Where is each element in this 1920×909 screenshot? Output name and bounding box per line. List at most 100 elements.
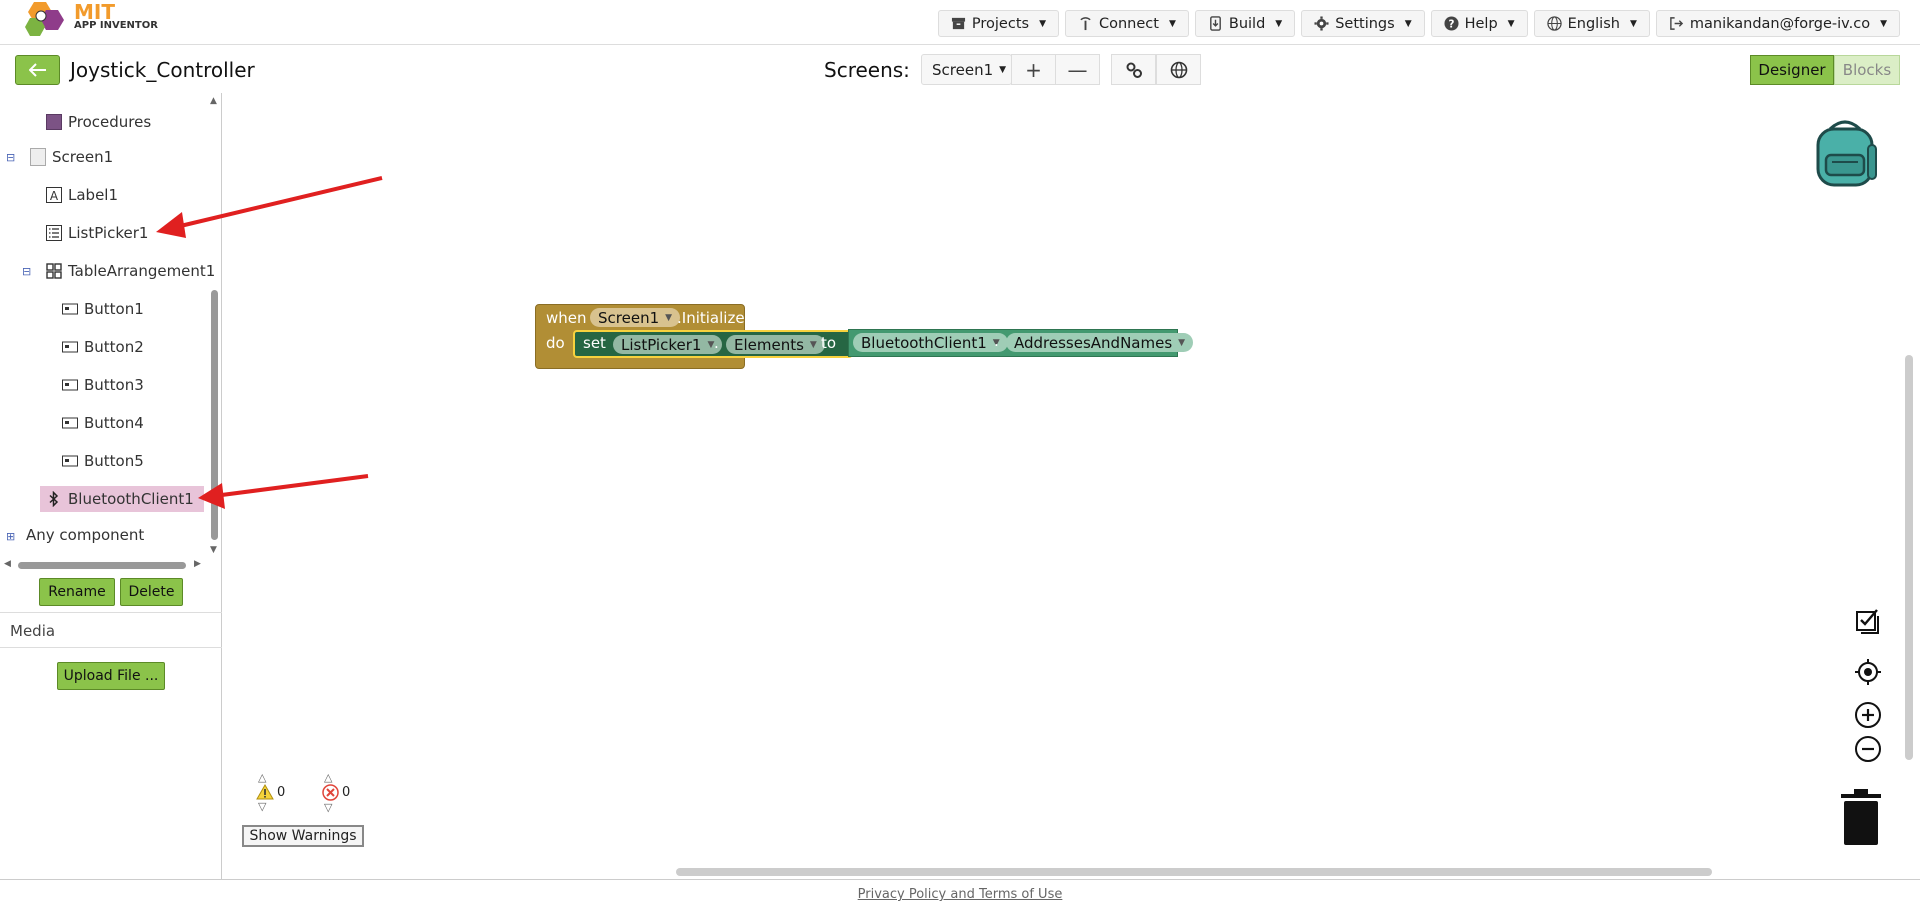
workspace-horizontal-scrollbar[interactable]	[676, 868, 1712, 876]
build-menu[interactable]: Build ▼	[1194, 10, 1296, 37]
gears-icon	[1126, 62, 1142, 78]
chevron-down-icon: ▼	[1404, 18, 1412, 29]
event-name-label: .Initialize	[677, 309, 745, 327]
svg-text:?: ?	[1448, 18, 1454, 30]
error-count: 0	[342, 785, 351, 800]
tree-item-button2[interactable]: Button2	[62, 338, 144, 356]
backpack-icon[interactable]	[1810, 115, 1880, 187]
label-icon: A	[46, 187, 62, 203]
account-menu[interactable]: manikandan@forge-iv.co ▼	[1655, 10, 1900, 37]
blocks-workspace[interactable]	[223, 93, 1920, 879]
collapse-icon[interactable]: ⊟	[6, 151, 15, 164]
tree-item-label: Button2	[84, 338, 144, 356]
scroll-up-icon[interactable]: ▲	[210, 96, 217, 106]
help-menu[interactable]: ? Help ▼	[1430, 10, 1528, 37]
set-component-dropdown[interactable]: ListPicker1 ▼	[613, 335, 723, 354]
getter-block-bluetooth-addresses[interactable]: BluetoothClient1 ▼ . AddressesAndNames ▼	[848, 329, 1194, 357]
tree-item-procedures[interactable]: Procedures	[46, 113, 151, 131]
chevron-down-icon: ▼	[999, 64, 1007, 75]
trash-icon[interactable]	[1838, 788, 1884, 846]
projects-menu[interactable]: Projects ▼	[937, 10, 1059, 37]
publish-button[interactable]	[1156, 54, 1201, 85]
get-component-dropdown[interactable]: BluetoothClient1 ▼	[853, 333, 1008, 352]
tree-item-label: TableArrangement1	[68, 262, 216, 280]
scroll-left-icon[interactable]: ◀	[4, 559, 11, 569]
archive-icon	[951, 17, 965, 30]
globe-icon	[1170, 61, 1187, 78]
tree-item-tablearrangement1[interactable]: TableArrangement1	[46, 262, 215, 280]
logo-bee-icon	[25, 2, 64, 36]
scroll-down-icon[interactable]: ▼	[210, 545, 217, 555]
tree-item-button4[interactable]: Button4	[62, 414, 144, 432]
help-label: Help	[1464, 15, 1498, 32]
warning-prev-arrow-icon[interactable]: △	[258, 771, 285, 784]
tree-item-screen1[interactable]: Screen1	[30, 148, 113, 166]
delete-button[interactable]: Delete	[120, 578, 183, 606]
zoom-out-icon	[1855, 736, 1881, 762]
tree-item-label: ListPicker1	[68, 224, 149, 242]
recenter-button[interactable]	[1852, 656, 1884, 688]
designer-button[interactable]: Designer	[1750, 55, 1834, 85]
app-inventor-logo[interactable]: MIT APP INVENTOR	[24, 0, 164, 40]
block-to-label: to	[821, 334, 837, 352]
tree-item-label1[interactable]: A Label1	[46, 186, 118, 204]
zoom-out-button[interactable]	[1852, 733, 1884, 765]
tree-item-button3[interactable]: Button3	[62, 376, 144, 394]
error-next-arrow-icon[interactable]: ▽	[324, 801, 350, 814]
procedures-icon	[46, 114, 62, 130]
listpicker-icon	[46, 225, 62, 241]
media-header: Media	[0, 612, 222, 648]
workspace-vertical-scrollbar[interactable]	[1905, 355, 1913, 760]
error-indicator: △ 0 ▽	[322, 771, 350, 814]
block-set-label: set	[583, 334, 606, 352]
tree-item-button1[interactable]: Button1	[62, 300, 144, 318]
screen-select-value: Screen1	[932, 60, 994, 79]
back-button[interactable]	[15, 55, 60, 85]
footer: Privacy Policy and Terms of Use	[0, 879, 1920, 909]
set-property-dropdown[interactable]: Elements ▼	[726, 335, 825, 354]
question-icon: ?	[1444, 16, 1459, 31]
screen-icon	[30, 148, 46, 166]
tree-vertical-scrollbar[interactable]	[211, 290, 218, 540]
block-when-label: when	[546, 309, 587, 327]
blocks-button[interactable]: Blocks	[1834, 55, 1900, 85]
expand-icon[interactable]: ⊞	[6, 530, 15, 543]
rename-button[interactable]: Rename	[39, 578, 115, 606]
button-icon	[62, 303, 78, 315]
remove-screen-button[interactable]: —	[1055, 54, 1100, 85]
event-component-dropdown[interactable]: Screen1 ▼	[590, 308, 681, 327]
tree-item-button5[interactable]: Button5	[62, 452, 144, 470]
get-property-dropdown[interactable]: AddressesAndNames ▼	[1006, 333, 1194, 352]
tree-item-any-component[interactable]: Any component	[26, 526, 144, 544]
cleanup-blocks-button[interactable]	[1852, 604, 1884, 636]
screens-label: Screens:	[824, 58, 910, 82]
connect-menu[interactable]: Connect ▼	[1064, 10, 1189, 37]
show-warnings-button[interactable]: Show Warnings	[242, 825, 364, 847]
setter-block-listpicker-elements[interactable]: set ListPicker1 ▼ . Elements ▼ to	[573, 330, 853, 358]
upload-file-button[interactable]: Upload File ...	[57, 662, 165, 690]
warning-icon	[256, 784, 274, 800]
gear-icon	[1314, 16, 1329, 31]
blocks-tree-panel: Procedures ⊟ Screen1 A Label1 ListPicker…	[0, 93, 222, 879]
add-screen-button[interactable]: +	[1011, 54, 1056, 85]
project-toolbar: Joystick_Controller Screens: Screen1 ▼ +…	[0, 46, 1920, 93]
settings-menu[interactable]: Settings ▼	[1301, 10, 1425, 37]
top-bar: MIT APP INVENTOR Projects ▼ Connect ▼ Bu…	[0, 0, 1920, 45]
tree-item-label: Button5	[84, 452, 144, 470]
screen-select[interactable]: Screen1 ▼	[921, 54, 1012, 85]
project-properties-button[interactable]	[1111, 54, 1156, 85]
collapse-icon[interactable]: ⊟	[22, 265, 31, 278]
tree-item-listpicker1[interactable]: ListPicker1	[46, 224, 148, 242]
tree-item-label: Procedures	[68, 113, 152, 131]
scroll-right-icon[interactable]: ▶	[194, 559, 201, 569]
connect-label: Connect	[1098, 15, 1159, 32]
projects-label: Projects	[971, 15, 1030, 32]
warning-next-arrow-icon[interactable]: ▽	[258, 800, 285, 813]
language-menu[interactable]: English ▼	[1533, 10, 1650, 37]
privacy-policy-link[interactable]: Privacy Policy and Terms of Use	[858, 887, 1063, 902]
button-icon	[62, 455, 78, 467]
zoom-in-button[interactable]	[1852, 699, 1884, 731]
error-prev-arrow-icon[interactable]: △	[324, 771, 350, 784]
tree-horizontal-scrollbar[interactable]	[18, 562, 186, 569]
tree-item-bluetoothclient1[interactable]: BluetoothClient1	[40, 486, 204, 512]
